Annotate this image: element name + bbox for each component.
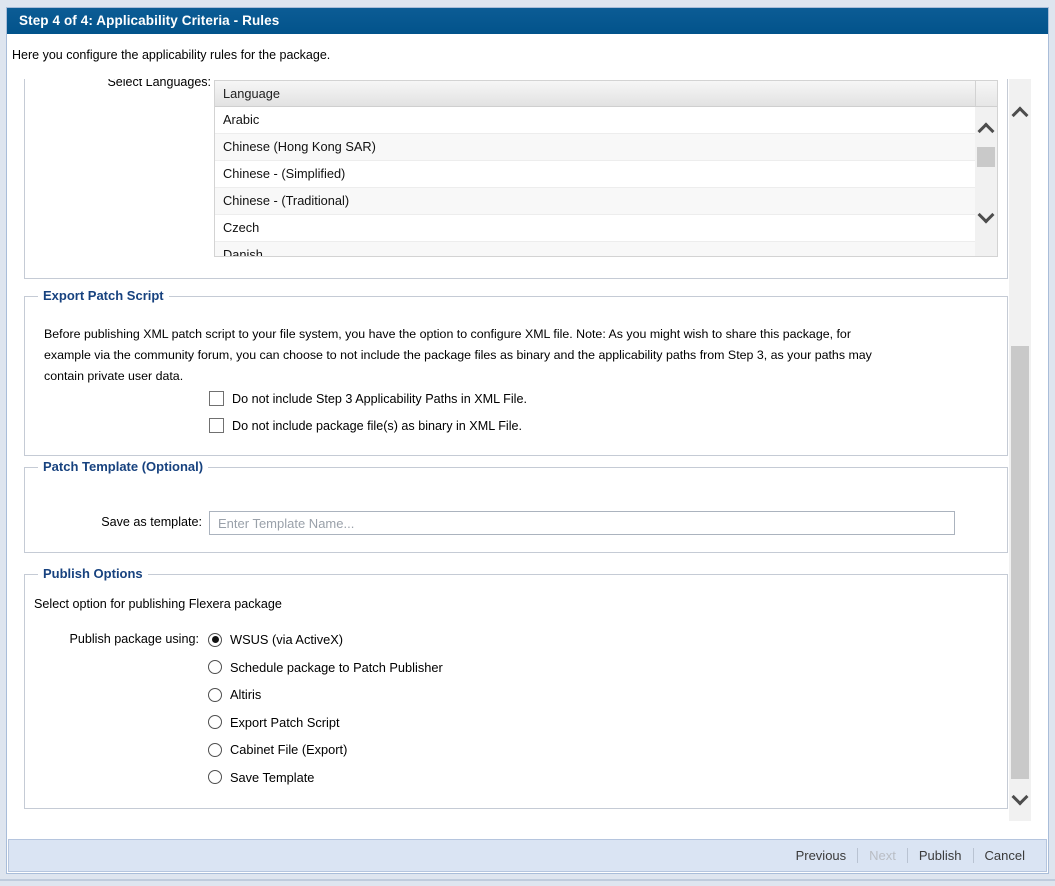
publish-options-group: Publish Options Select option for publis…: [24, 574, 1008, 809]
checkbox-row[interactable]: Do not include package file(s) as binary…: [209, 412, 527, 439]
checkbox-label: Do not include Step 3 Applicability Path…: [232, 392, 527, 406]
template-name-input[interactable]: [209, 511, 955, 535]
export-patch-script-group: Export Patch Script Before publishing XM…: [24, 296, 1008, 456]
language-row[interactable]: Danish: [215, 242, 975, 256]
publish-options-subtitle: Select option for publishing Flexera pac…: [34, 597, 282, 611]
radio-label: Altiris: [230, 687, 261, 702]
scroll-down-icon[interactable]: [978, 207, 995, 224]
publish-radio-group: WSUS (via ActiveX) Schedule package to P…: [208, 626, 443, 791]
language-row[interactable]: Arabic: [215, 107, 975, 134]
select-languages-label: Select Languages:: [9, 79, 211, 91]
language-list[interactable]: Language ArabicChinese (Hong Kong SAR)Ch…: [214, 80, 998, 257]
window-bottom-edge: [0, 879, 1055, 881]
language-header-corner: [976, 81, 997, 106]
radio-label: Cabinet File (Export): [230, 742, 347, 757]
footer-button[interactable]: Previous: [785, 848, 858, 863]
checkbox[interactable]: [209, 391, 224, 406]
scrollbar-thumb[interactable]: [1011, 346, 1029, 779]
radio-button[interactable]: [208, 770, 222, 784]
patch-template-group: Patch Template (Optional) Save as templa…: [24, 467, 1008, 553]
description-line: example via the community forum, you can…: [44, 345, 872, 366]
radio-button[interactable]: [208, 715, 222, 729]
scroll-up-icon[interactable]: [1012, 107, 1029, 124]
language-rows: ArabicChinese (Hong Kong SAR)Chinese - (…: [215, 107, 975, 256]
language-row[interactable]: Chinese (Hong Kong SAR): [215, 134, 975, 161]
description-line: Before publishing XML patch script to yo…: [44, 324, 872, 345]
intro-text: Here you configure the applicability rul…: [12, 48, 330, 62]
export-description: Before publishing XML patch script to yo…: [44, 324, 872, 387]
publish-package-using-label: Publish package using:: [25, 632, 199, 646]
scroll-down-icon[interactable]: [1012, 789, 1029, 806]
footer-bar: PreviousNextPublishCancel: [8, 839, 1047, 872]
dialog-title: Step 4 of 4: Applicability Criteria - Ru…: [7, 8, 1048, 34]
language-row[interactable]: Chinese - (Simplified): [215, 161, 975, 188]
export-patch-script-title: Export Patch Script: [38, 288, 169, 304]
publish-options-title: Publish Options: [38, 566, 148, 582]
radio-button[interactable]: [208, 743, 222, 757]
save-as-template-label: Save as template:: [25, 515, 202, 529]
radio-button[interactable]: [208, 688, 222, 702]
radio-button[interactable]: [208, 660, 222, 674]
radio-option[interactable]: Schedule package to Patch Publisher: [208, 654, 443, 682]
scroll-up-icon[interactable]: [978, 123, 995, 140]
footer-button[interactable]: Cancel: [973, 848, 1036, 863]
radio-option[interactable]: Save Template: [208, 764, 443, 792]
language-column-header[interactable]: Language: [215, 81, 976, 106]
radio-option[interactable]: Export Patch Script: [208, 709, 443, 737]
language-list-header: Language: [215, 81, 997, 107]
radio-option[interactable]: Altiris: [208, 681, 443, 709]
radio-option[interactable]: WSUS (via ActiveX): [208, 626, 443, 654]
scrollbar-thumb[interactable]: [977, 147, 995, 167]
checkbox-row[interactable]: Do not include Step 3 Applicability Path…: [209, 385, 527, 412]
language-row[interactable]: Czech: [215, 215, 975, 242]
language-row[interactable]: Chinese - (Traditional): [215, 188, 975, 215]
footer-button[interactable]: Next: [857, 848, 907, 863]
description-line: contain private user data.: [44, 366, 872, 387]
radio-label: Schedule package to Patch Publisher: [230, 660, 443, 675]
radio-option[interactable]: Cabinet File (Export): [208, 736, 443, 764]
language-list-scrollbar[interactable]: [975, 107, 997, 256]
page-scrollbar[interactable]: [1009, 79, 1031, 821]
checkbox[interactable]: [209, 418, 224, 433]
footer-buttons: PreviousNextPublishCancel: [785, 848, 1036, 863]
radio-label: Export Patch Script: [230, 715, 340, 730]
radio-button[interactable]: [208, 633, 222, 647]
checkbox-label: Do not include package file(s) as binary…: [232, 419, 522, 433]
wizard-dialog: Step 4 of 4: Applicability Criteria - Ru…: [6, 7, 1049, 874]
radio-label: WSUS (via ActiveX): [230, 632, 343, 647]
footer-button[interactable]: Publish: [907, 848, 973, 863]
radio-label: Save Template: [230, 770, 314, 785]
export-checkboxes: Do not include Step 3 Applicability Path…: [209, 385, 527, 439]
content-viewport: Select Languages: Language ArabicChinese…: [9, 79, 1009, 821]
patch-template-title: Patch Template (Optional): [38, 459, 208, 475]
